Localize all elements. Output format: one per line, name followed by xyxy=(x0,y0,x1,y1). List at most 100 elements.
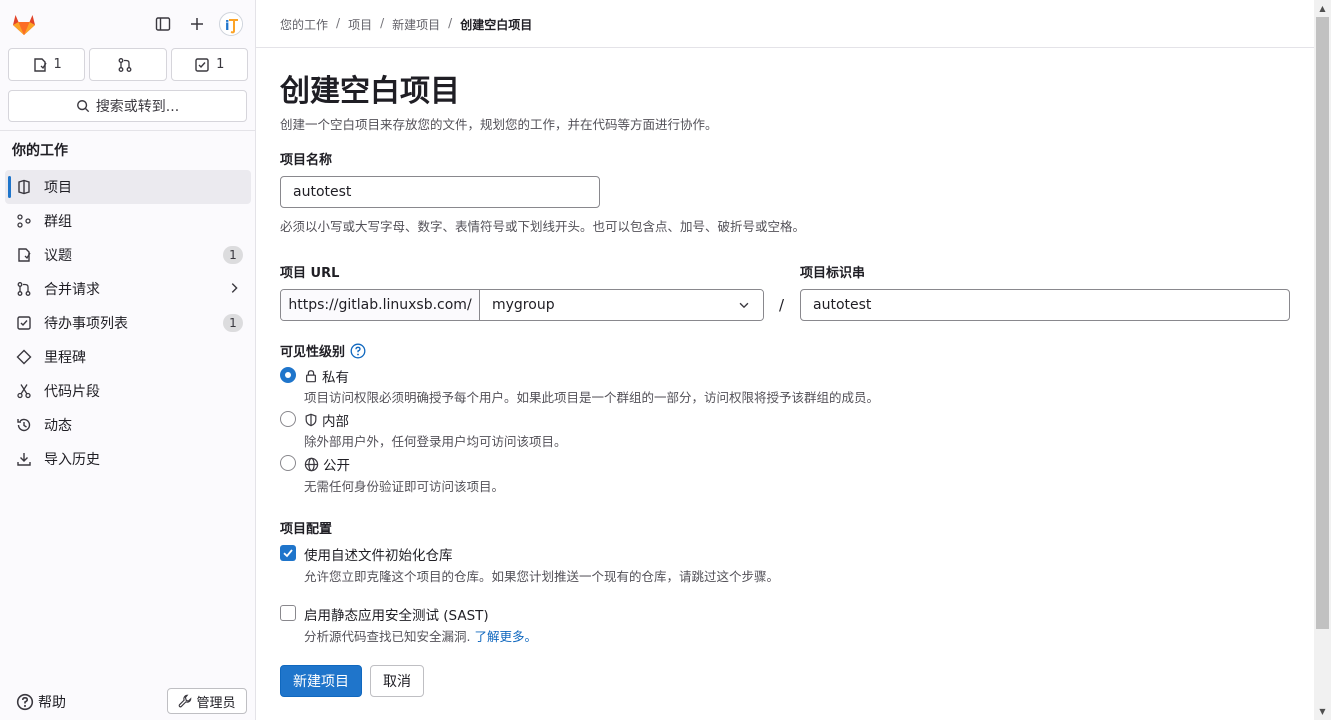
breadcrumb: 您的工作 / 项目 / 新建项目 / 创建空白项目 xyxy=(280,16,533,33)
project-name-help: 必须以小写或大写字母、数字、表情符号或下划线开头。也可以包含点、加号、破折号或空… xyxy=(280,219,806,234)
sidebar-item-activity[interactable]: 动态 xyxy=(5,408,251,442)
help-icon xyxy=(16,693,34,711)
visibility-internal-radio[interactable] xyxy=(280,411,296,427)
visibility-internal-desc: 除外部用户外，任何登录用户均可访问该项目。 xyxy=(304,434,567,449)
sidebar-item-milestones[interactable]: 里程碑 xyxy=(5,340,251,374)
page-scrollbar[interactable]: ▲ ▼ xyxy=(1314,0,1331,720)
chevron-right-icon xyxy=(227,281,241,299)
issues-badge: 1 xyxy=(223,246,243,264)
sidebar-item-label: 群组 xyxy=(44,214,72,230)
breadcrumb-item[interactable]: 项目 xyxy=(348,16,372,33)
sidebar-divider xyxy=(0,130,255,131)
merge-request-icon xyxy=(16,281,32,297)
sidebar-item-todos[interactable]: 待办事项列表 1 xyxy=(5,306,251,340)
wrench-icon xyxy=(179,694,192,708)
readme-checkbox[interactable] xyxy=(280,545,296,561)
url-separator: / xyxy=(779,296,785,314)
avatar[interactable]: i xyxy=(219,12,243,36)
sidebar-footer: 帮助 管理员 xyxy=(0,684,256,720)
scroll-up-arrow-icon[interactable]: ▲ xyxy=(1314,0,1331,17)
top-bar: 您的工作 / 项目 / 新建项目 / 创建空白项目 xyxy=(256,0,1314,48)
issues-icon xyxy=(16,247,32,263)
milestone-icon xyxy=(16,349,32,365)
breadcrumb-item[interactable]: 您的工作 xyxy=(280,16,328,33)
issues-count: 1 xyxy=(53,57,62,72)
todos-counter-button[interactable]: 1 xyxy=(170,48,248,81)
issues-icon xyxy=(33,57,47,72)
namespace-value: mygroup xyxy=(492,297,555,313)
learn-more-link[interactable]: 了解更多。 xyxy=(474,629,537,644)
project-slug-label: 项目标识串 xyxy=(800,266,866,281)
question-circle-icon[interactable] xyxy=(350,343,366,359)
visibility-public-radio[interactable] xyxy=(280,455,296,471)
help-label: 帮助 xyxy=(38,695,66,711)
sast-checkbox[interactable] xyxy=(280,605,296,621)
breadcrumb-item[interactable]: 新建项目 xyxy=(392,16,440,33)
sidebar-item-projects[interactable]: 项目 xyxy=(5,170,251,204)
project-icon xyxy=(16,179,32,195)
search-icon xyxy=(76,100,89,113)
snippet-icon xyxy=(16,383,32,399)
namespace-select[interactable]: mygroup xyxy=(480,290,763,320)
sast-label[interactable]: 启用静态应用安全测试 (SAST) xyxy=(304,604,489,624)
search-label: 搜索或转到... xyxy=(95,99,180,115)
todo-icon xyxy=(195,57,209,72)
visibility-private-label[interactable]: 私有 xyxy=(304,366,349,386)
project-url-label: 项目 URL xyxy=(280,266,340,281)
scrollbar-thumb[interactable] xyxy=(1316,17,1329,629)
globe-icon xyxy=(304,457,319,471)
visibility-label-text: 可见性级别 xyxy=(280,345,346,360)
project-config-label: 项目配置 xyxy=(280,522,333,537)
sidebar-item-label: 里程碑 xyxy=(44,350,86,366)
sidebar-item-label: 合并请求 xyxy=(44,282,100,298)
visibility-public-label[interactable]: 公开 xyxy=(304,454,350,474)
visibility-public-desc: 无需任何身份验证即可访问该项目。 xyxy=(304,479,505,494)
sidebar-item-merge-requests[interactable]: 合并请求 xyxy=(5,272,251,306)
project-url-prefix: https://gitlab.linuxsb.com/ xyxy=(281,290,480,320)
project-url-group: https://gitlab.linuxsb.com/ mygroup xyxy=(280,289,764,321)
search-button[interactable]: 搜索或转到... xyxy=(8,90,247,122)
sidebar-item-groups[interactable]: 群组 xyxy=(5,204,251,238)
help-button[interactable]: 帮助 xyxy=(16,692,66,712)
visibility-private-desc: 项目访问权限必须明确授予每个用户。如果此项目是一个群组的一部分，访问权限将授予该… xyxy=(304,390,880,405)
cancel-button[interactable]: 取消 xyxy=(370,665,424,697)
readme-label[interactable]: 使用自述文件初始化仓库 xyxy=(304,544,453,564)
sidebar-toggle-icon[interactable] xyxy=(151,12,175,36)
todos-badge: 1 xyxy=(223,314,243,332)
visibility-label: 可见性级别 xyxy=(280,341,366,360)
project-slug-input[interactable]: autotest xyxy=(800,289,1290,321)
visibility-internal-label[interactable]: 内部 xyxy=(304,410,349,430)
plus-icon[interactable] xyxy=(185,12,209,36)
sidebar-item-label: 动态 xyxy=(44,418,72,434)
sidebar-counters: 1 1 xyxy=(8,48,248,82)
sidebar-item-issues[interactable]: 议题 1 xyxy=(5,238,251,272)
breadcrumb-current[interactable]: 创建空白项目 xyxy=(460,16,532,33)
scroll-down-arrow-icon[interactable]: ▼ xyxy=(1314,703,1331,720)
create-project-button[interactable]: 新建项目 xyxy=(280,665,362,697)
sidebar-item-label: 导入历史 xyxy=(44,452,100,468)
svg-text:i: i xyxy=(225,19,229,34)
sidebar-item-label: 议题 xyxy=(44,248,72,264)
chevron-down-icon xyxy=(739,302,749,309)
check-icon xyxy=(283,549,293,558)
merge-request-icon xyxy=(118,57,132,72)
admin-button[interactable]: 管理员 xyxy=(167,688,247,714)
merge-requests-counter-button[interactable] xyxy=(89,48,167,81)
todo-icon xyxy=(16,315,32,331)
sidebar: i 1 1 搜索或转到... 你的工作 项目 群组 议题 1 合并请求 待办事项… xyxy=(0,0,256,720)
page-title: 创建空白项目 xyxy=(280,74,460,109)
sidebar-item-label: 代码片段 xyxy=(44,384,100,400)
gitlab-logo-icon[interactable] xyxy=(10,10,38,38)
sidebar-item-import-history[interactable]: 导入历史 xyxy=(5,442,251,476)
readme-desc: 允许您立即克隆这个项目的仓库。如果您计划推送一个现有的仓库，请跳过这个步骤。 xyxy=(304,569,780,584)
project-name-label: 项目名称 xyxy=(280,153,333,168)
sidebar-item-snippets[interactable]: 代码片段 xyxy=(5,374,251,408)
project-name-input[interactable]: autotest xyxy=(280,176,600,208)
issues-counter-button[interactable]: 1 xyxy=(8,48,86,81)
lock-icon xyxy=(306,370,316,383)
shield-icon xyxy=(305,413,317,427)
sidebar-item-label: 项目 xyxy=(44,180,72,196)
sidebar-section-title: 你的工作 xyxy=(12,143,68,159)
import-icon xyxy=(16,451,32,467)
visibility-private-radio[interactable] xyxy=(280,367,296,383)
